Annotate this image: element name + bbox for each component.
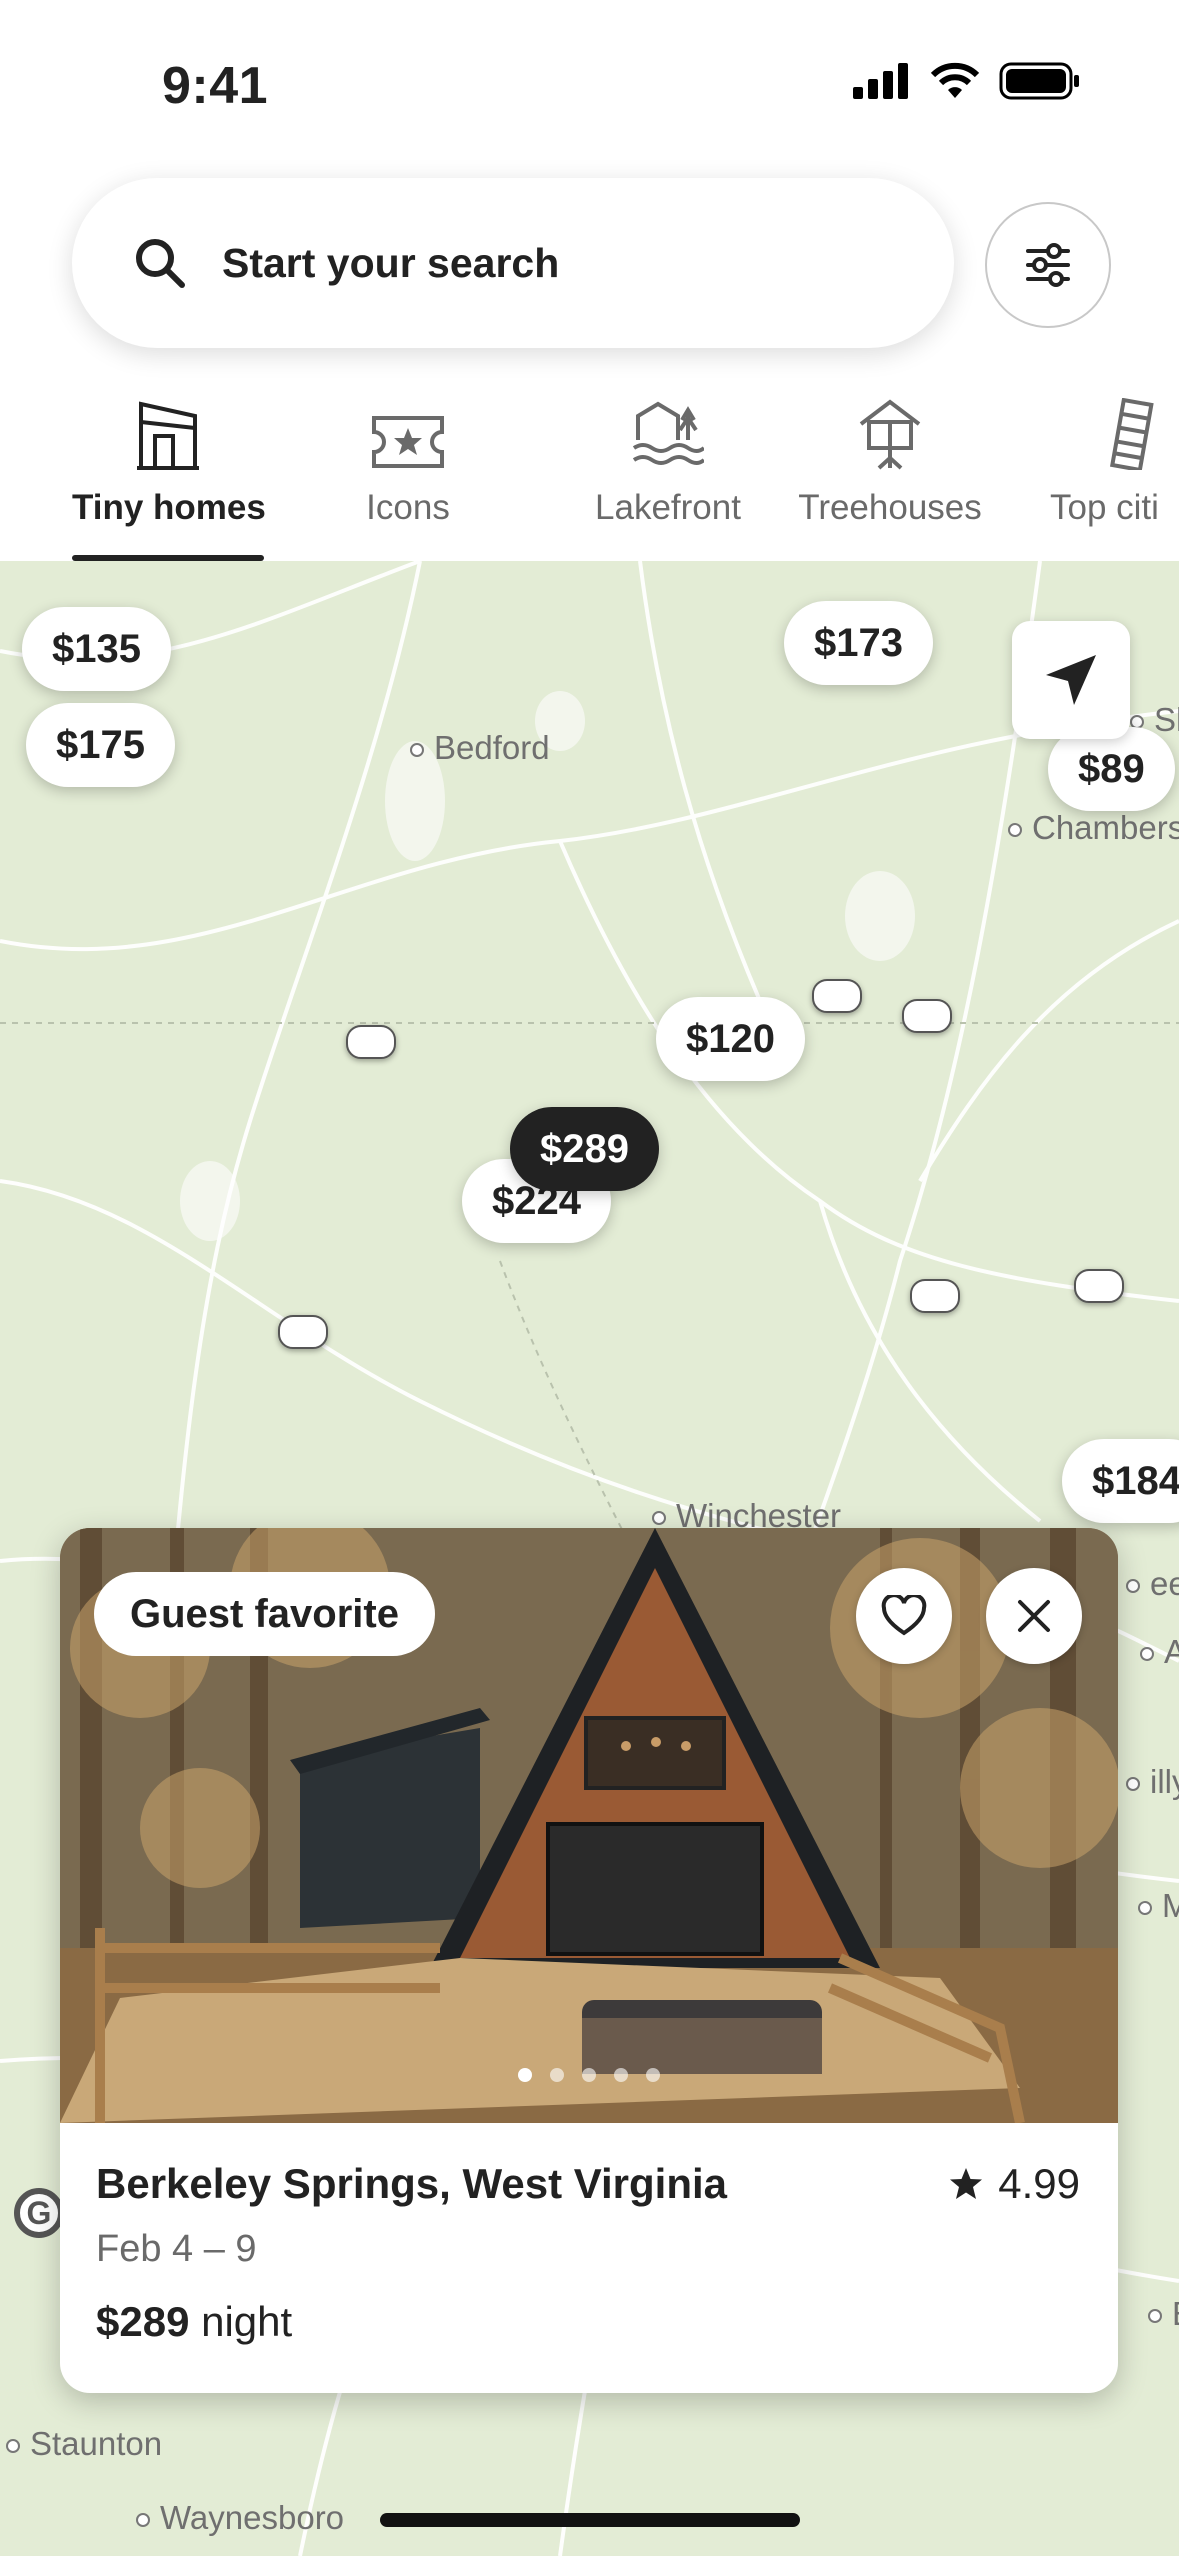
navigation-arrow-icon: [1046, 655, 1096, 705]
price-pin[interactable]: $120: [656, 997, 805, 1081]
battery-icon: [999, 62, 1079, 100]
wifi-icon: [930, 62, 980, 98]
close-card-button[interactable]: [986, 1568, 1082, 1664]
treehouse-icon: [859, 399, 921, 470]
category-tabs: Tiny homes Icons Lakefront Treehouses To…: [0, 380, 1179, 560]
status-icons: [853, 62, 1081, 100]
map-pin-dot[interactable]: [812, 979, 862, 1013]
search-icon: [136, 239, 185, 288]
save-to-wishlist-button[interactable]: [856, 1568, 952, 1664]
town-label: Waynesboro: [136, 2499, 344, 2537]
tab-label: Icons: [366, 488, 450, 527]
town-label: E: [1148, 2295, 1179, 2333]
sliders-icon: [1026, 243, 1070, 287]
town-label: Staunton: [6, 2425, 162, 2463]
town-label: A: [1140, 1633, 1179, 1671]
lakefront-icon: [632, 401, 704, 465]
town-label: Chambers: [1008, 809, 1179, 847]
guest-favorite-badge: Guest favorite: [94, 1572, 435, 1656]
home-indicator: [380, 2513, 800, 2527]
cellular-signal-icon: [853, 63, 908, 99]
tab-treehouses[interactable]: Treehouses: [792, 380, 988, 528]
tiny-home-icon: [137, 401, 199, 470]
pagination-dot: [582, 2068, 596, 2082]
listing-title: Berkeley Springs, West Virginia: [96, 2160, 728, 2207]
map-pin-dot[interactable]: [346, 1025, 396, 1059]
tab-label: Treehouses: [798, 488, 982, 527]
current-location-button[interactable]: [1012, 621, 1130, 739]
tab-icons[interactable]: Icons: [340, 380, 476, 528]
listing-rating: 4.99: [948, 2160, 1080, 2208]
town-label: Bedford: [410, 729, 550, 767]
price-pin[interactable]: $89: [1048, 727, 1175, 811]
tab-label: Top citi: [1050, 488, 1159, 527]
map-pin-dot[interactable]: [902, 999, 952, 1033]
star-icon: [950, 2168, 983, 2199]
price-pin[interactable]: $135: [22, 607, 171, 691]
google-logo: G: [14, 2188, 64, 2238]
search-bar[interactable]: Start your search: [72, 178, 954, 348]
rating-value: 4.99: [998, 2160, 1080, 2207]
pagination-dot: [550, 2068, 564, 2082]
town-label: eesl: [1126, 1565, 1179, 1603]
map-pin-dot[interactable]: [278, 1315, 328, 1349]
listing-price: $289 night: [96, 2298, 292, 2346]
listing-card[interactable]: Guest favorite Berkeley Springs, West Vi…: [60, 1528, 1118, 2393]
search-placeholder: Start your search: [222, 239, 560, 286]
price-pin[interactable]: $173: [784, 601, 933, 685]
price-pin[interactable]: $184: [1062, 1439, 1179, 1523]
leaning-tower-icon: [1109, 398, 1154, 470]
tab-label: Lakefront: [595, 488, 741, 527]
close-icon: [1018, 1600, 1050, 1632]
listing-dates: Feb 4 – 9: [96, 2228, 257, 2270]
price-pin[interactable]: $175: [26, 703, 175, 787]
heart-icon: [881, 1595, 927, 1636]
tab-tiny-homes[interactable]: Tiny homes: [72, 380, 266, 528]
tab-label: Tiny homes: [72, 488, 266, 527]
pagination-dot: [646, 2068, 660, 2082]
town-label: illy: [1126, 1763, 1179, 1801]
pagination-dot: [614, 2068, 628, 2082]
tab-lakefront[interactable]: Lakefront: [560, 380, 776, 528]
filters-button[interactable]: [985, 202, 1111, 328]
price-unit: night: [201, 2298, 293, 2345]
tab-top-cities[interactable]: Top citi: [1050, 380, 1179, 528]
price-amount: $289: [96, 2298, 190, 2345]
map-pin-dot[interactable]: [910, 1279, 960, 1313]
pagination-dot: [518, 2068, 532, 2082]
ticket-star-icon: [372, 416, 444, 468]
price-pin-selected[interactable]: $289: [510, 1107, 659, 1191]
status-time: 9:41: [162, 57, 269, 115]
map-pin-dot[interactable]: [1074, 1269, 1124, 1303]
town-label: M: [1138, 1887, 1179, 1925]
photo-pagination: [60, 2068, 1118, 2082]
